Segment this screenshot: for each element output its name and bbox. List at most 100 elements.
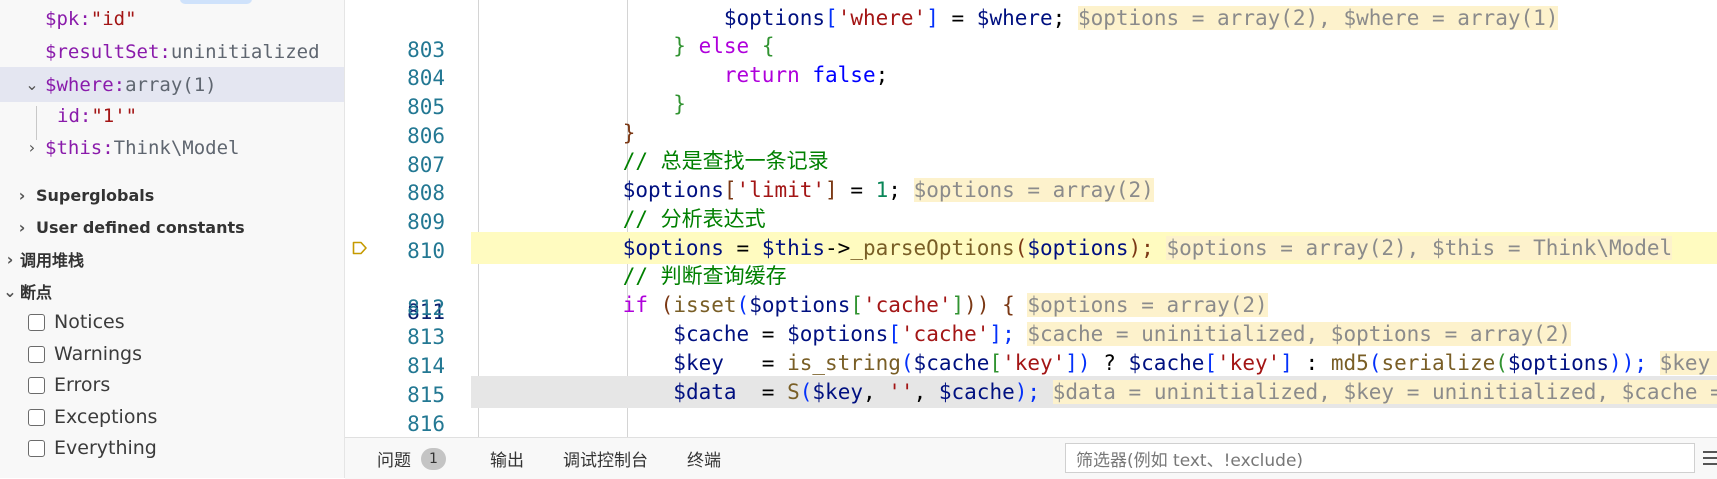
token: 'cache' [863,293,952,317]
token: ( [736,293,750,317]
variable-value: Think\Model [113,136,240,159]
token: = [837,178,876,202]
token: { [989,293,1015,317]
variable-row-where[interactable]: ⌄ $where: array(1) [0,67,344,102]
chevron-right-icon: › [18,217,26,237]
token: = [938,6,977,30]
token: $cache [938,380,1015,404]
code-line[interactable]: 816 $data = S($key, '', $cache); $data =… [345,376,1717,436]
inline-value: $options = array(2), $this = Think\Model [1166,236,1673,260]
checkbox[interactable] [28,345,45,363]
token: ] [926,6,939,30]
filter-input[interactable]: 筛选器(例如 text、!exclude) [1065,443,1695,473]
token: = [749,322,788,346]
token: , [913,380,939,404]
token: $options [787,322,889,346]
checkbox[interactable] [28,439,45,457]
inline-value: $data = uninitialized, $key = uninitiali… [1052,380,1717,404]
token: $where [976,6,1053,30]
scope-user-constants[interactable]: › User defined constants [0,210,344,244]
chevron-right-icon: › [18,185,26,205]
token: ] [825,178,838,202]
panel-tabs-bar: 问题 1 输出 调试控制台 终端 筛选器(例如 text、!exclude) [345,437,1717,479]
token: return [723,63,800,87]
line-number: 816 [407,412,445,436]
code-line[interactable]: 806 } [345,88,1717,148]
token: [ [850,293,863,317]
breakpoint-notices[interactable]: Notices [28,305,125,339]
token: [ [1204,351,1218,375]
token: ( [1014,236,1028,260]
token: $options [1507,351,1610,375]
inline-value: $options = array(2) [1027,293,1268,317]
code-line[interactable]: 809 $options['limit'] = 1; $options = ar… [345,174,1717,234]
chevron-right-icon[interactable]: › [22,138,42,157]
token: 1 [875,178,889,202]
breakpoint-everything[interactable]: Everything [28,431,157,465]
token: } [673,92,686,116]
variable-value: array(1) [125,73,217,96]
code-line[interactable]: 813 if (isset($options['cache'])) { $opt… [345,289,1717,349]
breakpoint-errors[interactable]: Errors [28,368,110,402]
section-label: 断点 [20,283,53,302]
token: $cache [913,351,990,375]
checkbox[interactable] [28,408,45,426]
token: ( [648,293,674,317]
token: , [862,380,889,404]
menu-icon[interactable] [1703,448,1717,468]
token: md5 [1330,351,1369,375]
breakpoint-warnings[interactable]: Warnings [28,337,142,371]
tab-terminal[interactable]: 终端 [687,438,721,479]
scope-label: User defined constants [36,217,245,237]
token: $options [622,178,724,202]
code-editor[interactable]: 803 $options['where'] = $where; $options… [345,0,1717,437]
checkbox[interactable] [28,313,45,331]
token: [ [989,351,1003,375]
tab-debug-console[interactable]: 调试控制台 [563,438,648,479]
token: ? [1090,351,1129,375]
tab-problems[interactable]: 问题 1 [377,438,446,479]
scope-label: Superglobals [36,185,155,205]
token: $key [673,351,724,375]
token: S [787,380,800,404]
token: if [622,293,649,317]
token: $options [622,236,724,260]
section-breakpoints[interactable]: ⌄ 断点 [0,274,344,308]
token: )); [1609,351,1647,375]
inline-value: $options = array(2), $where = array(1) [1077,6,1559,30]
code-line[interactable]: 814 $cache = $options['cache']; $cache =… [345,318,1717,378]
tab-output[interactable]: 输出 [490,438,524,479]
inline-value: $options = array(2) [913,178,1154,202]
code-line[interactable]: 815 $key = is_string($cache['key']) ? $c… [345,347,1717,407]
filter-placeholder: 筛选器(例如 text、!exclude) [1076,450,1304,471]
checkbox[interactable] [28,376,45,394]
comment: // 分析表达式 [622,207,766,231]
token: { [761,34,775,58]
token: ); [1014,380,1041,404]
variable-name: $pk [45,7,80,30]
token: ] [951,293,965,317]
current-breakpoint-icon[interactable] [352,240,368,256]
variable-row-pk[interactable]: $pk: "id" [0,1,344,36]
token: _parseOptions [850,236,1015,260]
variable-row-this[interactable]: › $this: Think\Model [0,130,344,165]
variable-row-id[interactable]: id: "1'" [0,98,344,133]
tab-label: 问题 [377,451,411,471]
code-line[interactable]: 810 // 分析表达式 [345,203,1717,263]
inline-value: $cache = uninitialized, $options = array… [1027,322,1572,346]
variable-row-resultset[interactable]: $resultSet: uninitialized [0,34,344,69]
chevron-down-icon[interactable]: ⌄ [22,75,42,94]
variable-name: $resultSet [45,40,160,63]
code-line[interactable]: 804 } else { [345,30,1717,90]
token: ]) [1065,351,1091,375]
breakpoint-exceptions[interactable]: Exceptions [28,400,157,434]
code-line[interactable]: 805 return false; [345,59,1717,119]
code-line[interactable]: 808 // 总是查找一条记录 [345,145,1717,205]
token: ( [1495,351,1508,375]
token: $options [1027,236,1129,260]
code-line[interactable]: 812 // 判断查询缓存 [345,260,1717,320]
chevron-right-icon: › [6,249,14,269]
scope-superglobals[interactable]: › Superglobals [0,178,344,212]
section-callstack[interactable]: › 调用堆栈 [0,242,344,276]
token: '' [888,380,914,404]
